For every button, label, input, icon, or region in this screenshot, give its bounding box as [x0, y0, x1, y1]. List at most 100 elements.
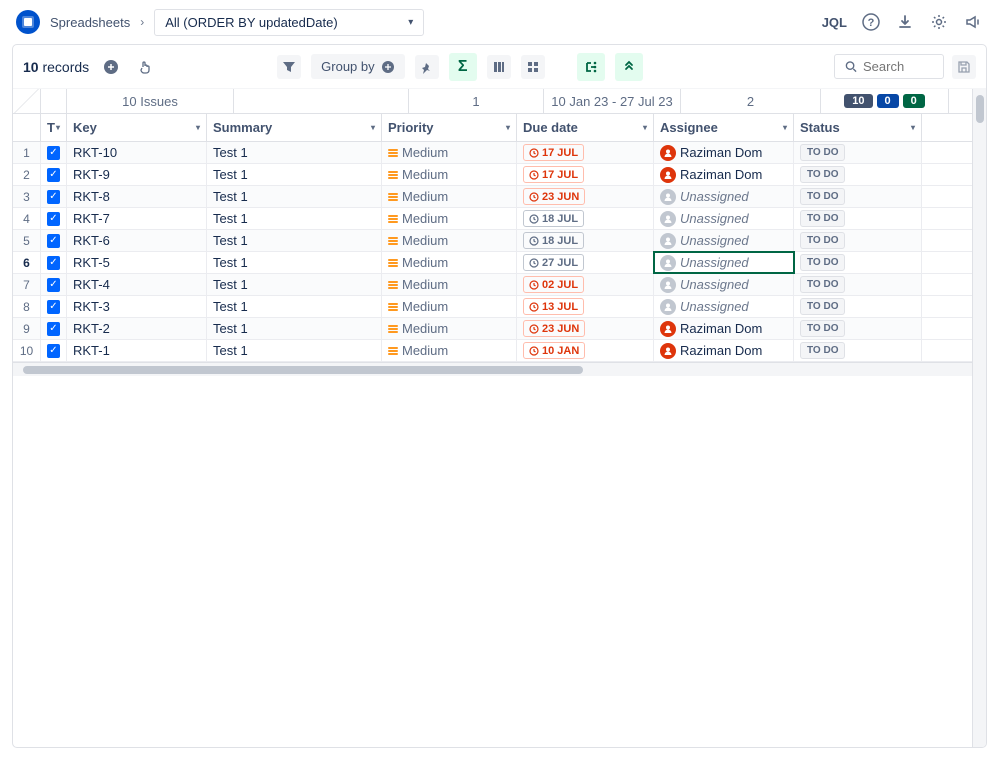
- cell-priority[interactable]: Medium: [382, 252, 517, 273]
- cell-key[interactable]: RKT-3: [67, 296, 207, 317]
- cell-type[interactable]: ✓: [41, 296, 67, 317]
- table-row[interactable]: 3✓RKT-8Test 1Medium23 JUNUnassignedTO DO: [13, 186, 972, 208]
- cell-summary[interactable]: Test 1: [207, 340, 382, 361]
- table-row[interactable]: 7✓RKT-4Test 1Medium02 JULUnassignedTO DO: [13, 274, 972, 296]
- cell-key[interactable]: RKT-8: [67, 186, 207, 207]
- cell-assignee[interactable]: Raziman Dom: [654, 164, 794, 185]
- table-row[interactable]: 4✓RKT-7Test 1Medium18 JULUnassignedTO DO: [13, 208, 972, 230]
- cell-priority[interactable]: Medium: [382, 296, 517, 317]
- cell-assignee[interactable]: Unassigned: [654, 296, 794, 317]
- header-priority[interactable]: Priority▾: [382, 114, 517, 141]
- group-by-button[interactable]: Group by: [311, 54, 404, 79]
- cell-priority[interactable]: Medium: [382, 230, 517, 251]
- hand-cursor-icon[interactable]: [133, 55, 157, 79]
- cell-key[interactable]: RKT-7: [67, 208, 207, 229]
- grid-view-icon[interactable]: [521, 55, 545, 79]
- cell-key[interactable]: RKT-10: [67, 142, 207, 163]
- collapse-up-icon[interactable]: [615, 53, 643, 81]
- cell-priority[interactable]: Medium: [382, 186, 517, 207]
- cell-due-date[interactable]: 02 JUL: [517, 274, 654, 295]
- help-icon[interactable]: ?: [861, 12, 881, 32]
- gear-icon[interactable]: [929, 12, 949, 32]
- cell-priority[interactable]: Medium: [382, 208, 517, 229]
- cell-status[interactable]: TO DO: [794, 230, 922, 251]
- cell-due-date[interactable]: 23 JUN: [517, 186, 654, 207]
- cell-due-date[interactable]: 17 JUL: [517, 142, 654, 163]
- cell-assignee[interactable]: Unassigned: [654, 252, 794, 273]
- header-key[interactable]: Key▾: [67, 114, 207, 141]
- cell-status[interactable]: TO DO: [794, 186, 922, 207]
- cell-summary[interactable]: Test 1: [207, 274, 382, 295]
- cell-summary[interactable]: Test 1: [207, 230, 382, 251]
- table-row[interactable]: 8✓RKT-3Test 1Medium13 JULUnassignedTO DO: [13, 296, 972, 318]
- cell-summary[interactable]: Test 1: [207, 164, 382, 185]
- table-row[interactable]: 2✓RKT-9Test 1Medium17 JULRaziman DomTO D…: [13, 164, 972, 186]
- cell-due-date[interactable]: 18 JUL: [517, 230, 654, 251]
- header-assignee[interactable]: Assignee▾: [654, 114, 794, 141]
- header-status[interactable]: Status▾: [794, 114, 922, 141]
- cell-type[interactable]: ✓: [41, 186, 67, 207]
- cell-status[interactable]: TO DO: [794, 274, 922, 295]
- cell-priority[interactable]: Medium: [382, 318, 517, 339]
- cell-priority[interactable]: Medium: [382, 274, 517, 295]
- sigma-button[interactable]: Σ: [449, 53, 477, 81]
- cell-priority[interactable]: Medium: [382, 164, 517, 185]
- cell-key[interactable]: RKT-2: [67, 318, 207, 339]
- horizontal-scrollbar[interactable]: [13, 362, 972, 376]
- view-dropdown[interactable]: All (ORDER BY updatedDate) ▾: [154, 9, 424, 36]
- cell-assignee[interactable]: Raziman Dom: [654, 318, 794, 339]
- cell-type[interactable]: ✓: [41, 164, 67, 185]
- search-input[interactable]: [863, 59, 933, 74]
- save-icon[interactable]: [952, 55, 976, 79]
- header-due-date[interactable]: Due date▾: [517, 114, 654, 141]
- cell-type[interactable]: ✓: [41, 274, 67, 295]
- cell-type[interactable]: ✓: [41, 142, 67, 163]
- cell-status[interactable]: TO DO: [794, 252, 922, 273]
- cell-status[interactable]: TO DO: [794, 340, 922, 361]
- table-row[interactable]: 5✓RKT-6Test 1Medium18 JULUnassignedTO DO: [13, 230, 972, 252]
- cell-priority[interactable]: Medium: [382, 142, 517, 163]
- cell-status[interactable]: TO DO: [794, 208, 922, 229]
- cell-due-date[interactable]: 10 JAN: [517, 340, 654, 361]
- cell-status[interactable]: TO DO: [794, 318, 922, 339]
- vertical-scrollbar[interactable]: [972, 89, 986, 747]
- download-icon[interactable]: [895, 12, 915, 32]
- search-box[interactable]: [834, 54, 944, 79]
- cell-type[interactable]: ✓: [41, 318, 67, 339]
- cell-due-date[interactable]: 23 JUN: [517, 318, 654, 339]
- cell-assignee[interactable]: Raziman Dom: [654, 142, 794, 163]
- cell-type[interactable]: ✓: [41, 230, 67, 251]
- cell-assignee[interactable]: Unassigned: [654, 230, 794, 251]
- cell-key[interactable]: RKT-4: [67, 274, 207, 295]
- cell-key[interactable]: RKT-9: [67, 164, 207, 185]
- cell-status[interactable]: TO DO: [794, 142, 922, 163]
- header-type[interactable]: T▾: [41, 114, 67, 141]
- cell-type[interactable]: ✓: [41, 340, 67, 361]
- cell-type[interactable]: ✓: [41, 252, 67, 273]
- cell-due-date[interactable]: 18 JUL: [517, 208, 654, 229]
- cell-summary[interactable]: Test 1: [207, 186, 382, 207]
- cell-summary[interactable]: Test 1: [207, 142, 382, 163]
- add-record-icon[interactable]: [99, 55, 123, 79]
- cell-assignee[interactable]: Unassigned: [654, 186, 794, 207]
- hierarchy-icon[interactable]: [577, 53, 605, 81]
- cell-status[interactable]: TO DO: [794, 164, 922, 185]
- cell-key[interactable]: RKT-5: [67, 252, 207, 273]
- cell-summary[interactable]: Test 1: [207, 318, 382, 339]
- cell-key[interactable]: RKT-1: [67, 340, 207, 361]
- cell-due-date[interactable]: 13 JUL: [517, 296, 654, 317]
- columns-icon[interactable]: [487, 55, 511, 79]
- cell-assignee[interactable]: Unassigned: [654, 208, 794, 229]
- table-row[interactable]: 6✓RKT-5Test 1Medium27 JULUnassignedTO DO: [13, 252, 972, 274]
- table-row[interactable]: 1✓RKT-10Test 1Medium17 JULRaziman DomTO …: [13, 142, 972, 164]
- pin-icon[interactable]: [415, 55, 439, 79]
- cell-summary[interactable]: Test 1: [207, 208, 382, 229]
- header-summary[interactable]: Summary▾: [207, 114, 382, 141]
- cell-due-date[interactable]: 27 JUL: [517, 252, 654, 273]
- app-logo-icon[interactable]: [16, 10, 40, 34]
- announce-icon[interactable]: [963, 12, 983, 32]
- cell-summary[interactable]: Test 1: [207, 296, 382, 317]
- filter-icon[interactable]: [277, 55, 301, 79]
- cell-due-date[interactable]: 17 JUL: [517, 164, 654, 185]
- cell-type[interactable]: ✓: [41, 208, 67, 229]
